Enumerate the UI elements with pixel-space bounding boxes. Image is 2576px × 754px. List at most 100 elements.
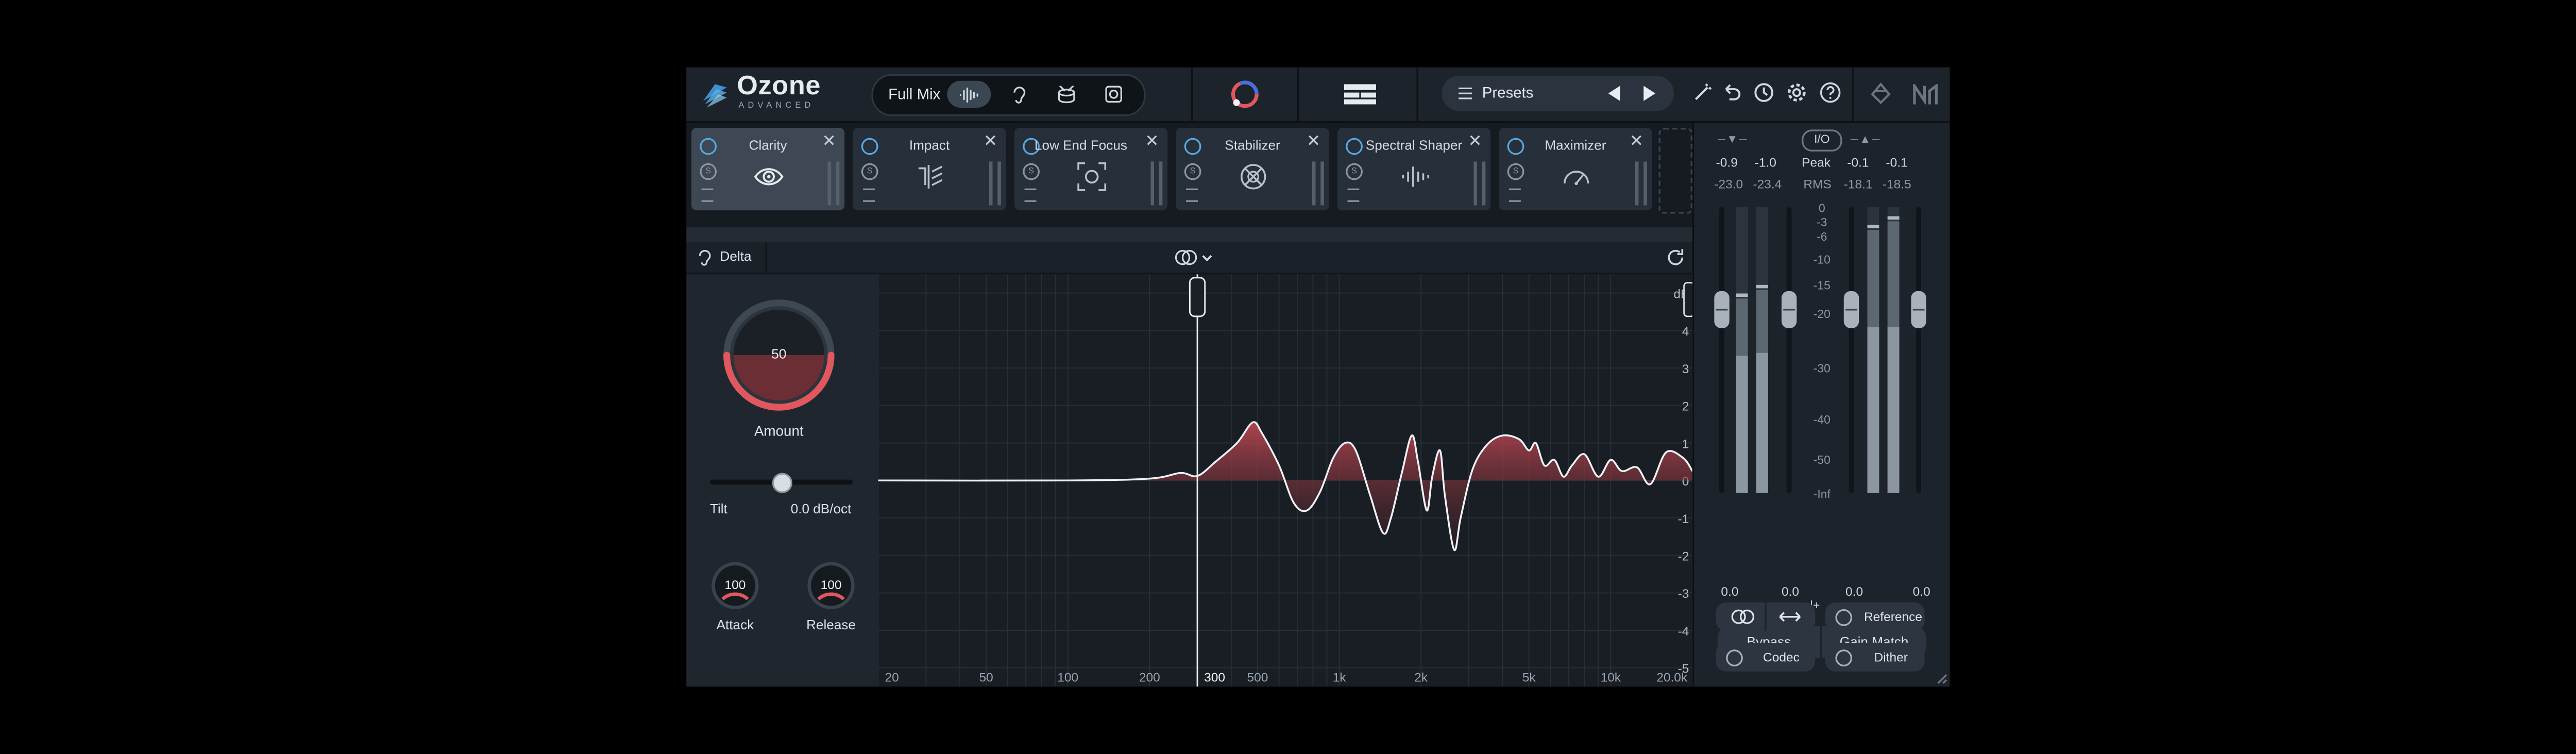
output-link-icon[interactable]: – ▴ – <box>1851 131 1880 146</box>
solo-icon[interactable]: S <box>861 163 878 180</box>
close-icon[interactable]: ✕ <box>1307 133 1320 152</box>
waveform-icon[interactable] <box>947 80 991 108</box>
output-fader[interactable] <box>836 161 840 206</box>
assistant-icon[interactable] <box>1228 77 1262 111</box>
dither-button[interactable]: Dither <box>1825 643 1925 672</box>
codec-button[interactable]: Codec <box>1716 643 1816 672</box>
meter-scale-label: 0 <box>1819 201 1825 214</box>
speaker-icon[interactable] <box>1092 81 1136 108</box>
help-icon[interactable] <box>1819 81 1842 105</box>
meter-scale-label: -6 <box>1817 230 1827 243</box>
ni-logo-icon[interactable] <box>1913 84 1940 105</box>
ear-icon[interactable] <box>698 249 711 266</box>
module-grid-icon[interactable] <box>1344 84 1377 105</box>
solo-icon[interactable]: S <box>1023 163 1040 180</box>
module-low-end-focus[interactable]: S Low End Focus ✕ <box>1014 128 1168 211</box>
wand-icon[interactable] <box>1691 81 1715 105</box>
module-stabilizer[interactable]: S Stabilizer ✕ <box>1176 128 1329 211</box>
close-icon[interactable]: ✕ <box>984 133 997 152</box>
reset-icon[interactable] <box>1666 247 1686 267</box>
freq-tick-label: 5k <box>1522 671 1536 684</box>
list-icon[interactable] <box>1347 188 1360 202</box>
gain-fader-track[interactable] <box>1719 207 1724 493</box>
input-fader[interactable] <box>827 161 832 206</box>
freq-tick-label: 20.0k <box>1656 671 1688 684</box>
list-icon[interactable] <box>1024 188 1037 202</box>
output-gain-right[interactable]: 0.0 <box>1913 584 1930 599</box>
output-handle[interactable] <box>1683 282 1692 317</box>
level-meters: 0-3-6 -10 -15 -20 -30 -40 -50 -Inf <box>1714 201 1926 501</box>
undo-icon[interactable] <box>1719 81 1743 105</box>
freq-tick-label: 20 <box>885 671 899 684</box>
previous-preset-icon[interactable] <box>1608 86 1622 101</box>
routing-icon[interactable] <box>1867 79 1894 106</box>
output-fader[interactable] <box>1482 161 1486 206</box>
list-icon[interactable] <box>701 188 714 202</box>
module-maximizer[interactable]: S Maximizer ✕ <box>1499 128 1652 211</box>
full-mix-label[interactable]: Full Mix <box>888 86 940 103</box>
close-icon[interactable]: ✕ <box>1630 133 1643 152</box>
resize-handle-icon[interactable] <box>1936 673 1948 685</box>
output-peak-left: -0.1 <box>1847 155 1869 170</box>
drum-icon[interactable] <box>1045 81 1089 108</box>
list-icon[interactable] <box>1186 188 1198 202</box>
tilt-value: 0.0 dB/oct <box>790 501 852 517</box>
list-icon[interactable] <box>863 188 875 202</box>
db-tick-label: -4 <box>1678 625 1689 639</box>
stereo-mode-icon[interactable] <box>1174 249 1214 266</box>
swap-icon[interactable] <box>1778 609 1802 624</box>
input-fader[interactable] <box>1150 161 1155 206</box>
close-icon[interactable]: ✕ <box>1468 133 1482 152</box>
reference-button[interactable]: Reference <box>1825 602 1925 631</box>
gear-icon[interactable] <box>1785 81 1808 105</box>
input-fader[interactable] <box>1473 161 1477 206</box>
solo-icon[interactable]: S <box>1507 163 1524 180</box>
gain-fader-track[interactable] <box>1786 207 1792 493</box>
gain-fader-track[interactable] <box>1849 207 1854 493</box>
list-icon[interactable] <box>1509 188 1521 202</box>
frequency-marker-handle[interactable] <box>1189 277 1206 317</box>
module-chain: S Clarity ✕ S Impact ✕ S Low End Focus ✕ <box>686 123 1692 227</box>
frequency-graph[interactable]: 43210-1-2-3-4-5dB20 50 100 200 300 500 1k 2k 5k 1… <box>878 274 1692 687</box>
next-preset-icon[interactable] <box>1642 86 1656 101</box>
output-fader[interactable] <box>1159 161 1163 206</box>
power-icon <box>1835 649 1853 667</box>
input-fader[interactable] <box>989 161 993 206</box>
meter-scale-label: -Inf <box>1814 488 1831 501</box>
solo-icon[interactable]: S <box>700 163 717 180</box>
module-spectral-shaper[interactable]: S Spectral Shaper ✕ <box>1337 128 1491 211</box>
stereo-swap-group <box>1716 602 1816 631</box>
input-fader[interactable] <box>1312 161 1316 206</box>
input-gain-left[interactable]: 0.0 <box>1721 584 1738 599</box>
presets-bar[interactable]: Presets <box>1442 75 1674 111</box>
input-link-icon[interactable]: – ▾ – <box>1718 131 1747 146</box>
add-module-slot[interactable] <box>1658 128 1692 214</box>
mono-icon[interactable] <box>1731 609 1755 624</box>
release-value: 100 <box>820 577 842 593</box>
close-icon[interactable]: ✕ <box>1145 133 1159 152</box>
freq-tick-label: 1k <box>1333 671 1347 684</box>
output-fader[interactable] <box>997 161 1001 206</box>
module-impact[interactable]: S Impact ✕ <box>853 128 1006 211</box>
attack-value: 100 <box>724 577 746 593</box>
input-gain-right[interactable]: 0.0 <box>1782 584 1799 599</box>
history-icon[interactable] <box>1751 81 1775 105</box>
output-fader[interactable] <box>1320 161 1324 206</box>
output-gain-left[interactable]: 0.0 <box>1845 584 1863 599</box>
tilt-slider-thumb[interactable] <box>771 473 792 493</box>
amount-label: Amount <box>754 422 804 440</box>
meter-scale-label: -15 <box>1814 278 1831 292</box>
gain-fader-track[interactable] <box>1916 207 1921 493</box>
delta-label[interactable]: Delta <box>720 249 752 264</box>
solo-icon[interactable]: S <box>1184 163 1201 180</box>
module-clarity[interactable]: S Clarity ✕ <box>691 128 845 211</box>
io-toggle[interactable]: I/O <box>1802 129 1842 152</box>
close-icon[interactable]: ✕ <box>822 133 836 152</box>
chain-scroll-strip <box>686 227 1692 243</box>
input-fader[interactable] <box>1635 161 1639 206</box>
ear-icon[interactable] <box>997 81 1041 108</box>
solo-icon[interactable]: S <box>1346 163 1363 180</box>
input-peak-left: -0.9 <box>1716 155 1738 170</box>
output-fader[interactable] <box>1643 161 1647 206</box>
output-rms-left: -18.1 <box>1843 176 1873 192</box>
